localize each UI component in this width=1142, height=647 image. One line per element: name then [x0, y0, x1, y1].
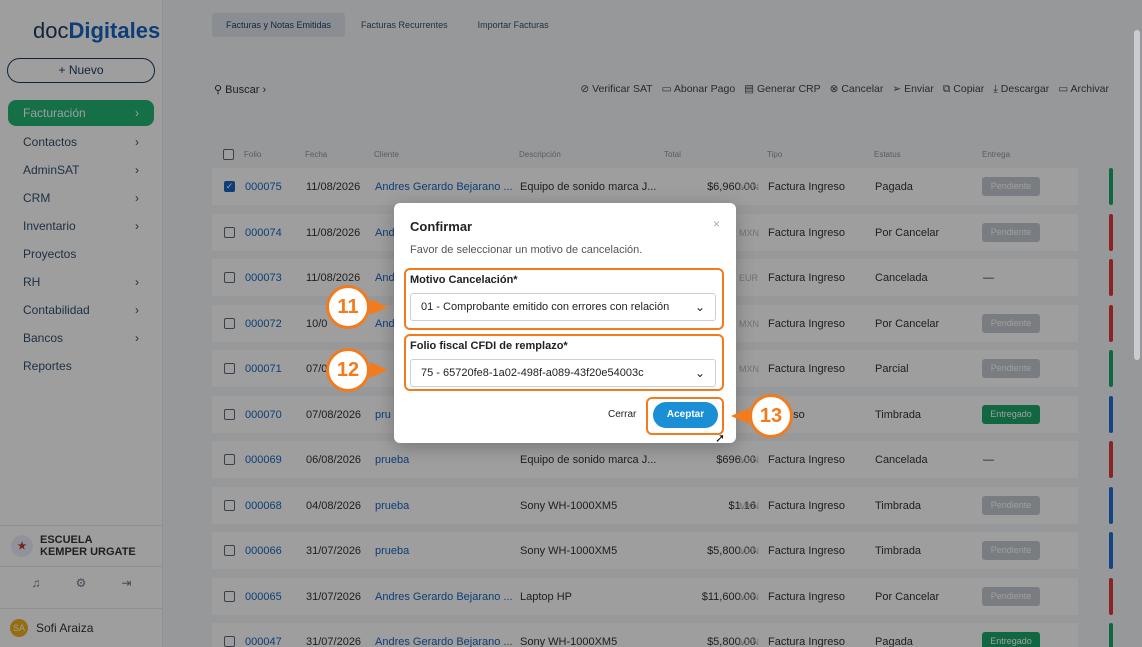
highlight-box: [404, 334, 724, 391]
arrow-icon: [370, 362, 388, 378]
highlight-box: [646, 397, 724, 435]
highlight-box: [404, 268, 724, 330]
close-icon[interactable]: ×: [713, 217, 720, 231]
arrow-icon: [370, 299, 388, 315]
step-callout-13: 13: [749, 394, 793, 438]
mouse-cursor-icon: ➚: [715, 431, 726, 445]
step-callout-12: 12: [326, 348, 370, 392]
dialog-title: Confirmar: [410, 219, 473, 234]
close-button[interactable]: Cerrar: [608, 409, 636, 420]
step-callout-11: 11: [326, 285, 370, 329]
arrow-icon: [731, 408, 749, 424]
dialog-description: Favor de seleccionar un motivo de cancel…: [410, 244, 643, 256]
scrollbar[interactable]: [1134, 30, 1140, 360]
